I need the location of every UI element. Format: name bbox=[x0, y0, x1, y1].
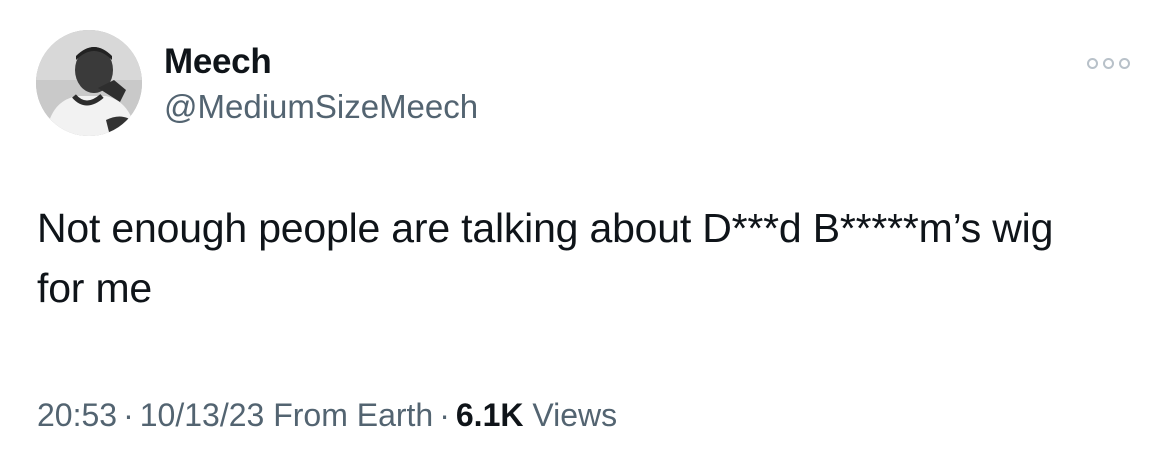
meta-separator: · bbox=[439, 397, 450, 433]
views-label[interactable]: Views bbox=[532, 397, 617, 433]
more-dots-icon bbox=[1086, 57, 1098, 69]
tweet-source: From Earth bbox=[273, 397, 434, 433]
tweet-text: Not enough people are talking about D***… bbox=[37, 205, 1054, 311]
tweet-date[interactable]: 10/13/23 bbox=[140, 397, 265, 433]
profile-photo-icon bbox=[36, 30, 142, 136]
more-dots-icon bbox=[1118, 57, 1130, 69]
views-count[interactable]: 6.1K bbox=[456, 397, 524, 433]
tweet-metadata: 20:53 · 10/13/23 From Earth · 6.1K Views bbox=[37, 393, 617, 437]
tweet-card: Meech @MediumSizeMeech Not enough people… bbox=[0, 0, 1170, 455]
more-options-button[interactable] bbox=[1080, 48, 1136, 78]
avatar[interactable] bbox=[36, 30, 142, 136]
more-dots-icon bbox=[1102, 57, 1114, 69]
meta-separator: · bbox=[123, 397, 134, 433]
display-name[interactable]: Meech bbox=[164, 40, 272, 84]
user-handle[interactable]: @MediumSizeMeech bbox=[164, 86, 478, 128]
tweet-time[interactable]: 20:53 bbox=[37, 397, 117, 433]
